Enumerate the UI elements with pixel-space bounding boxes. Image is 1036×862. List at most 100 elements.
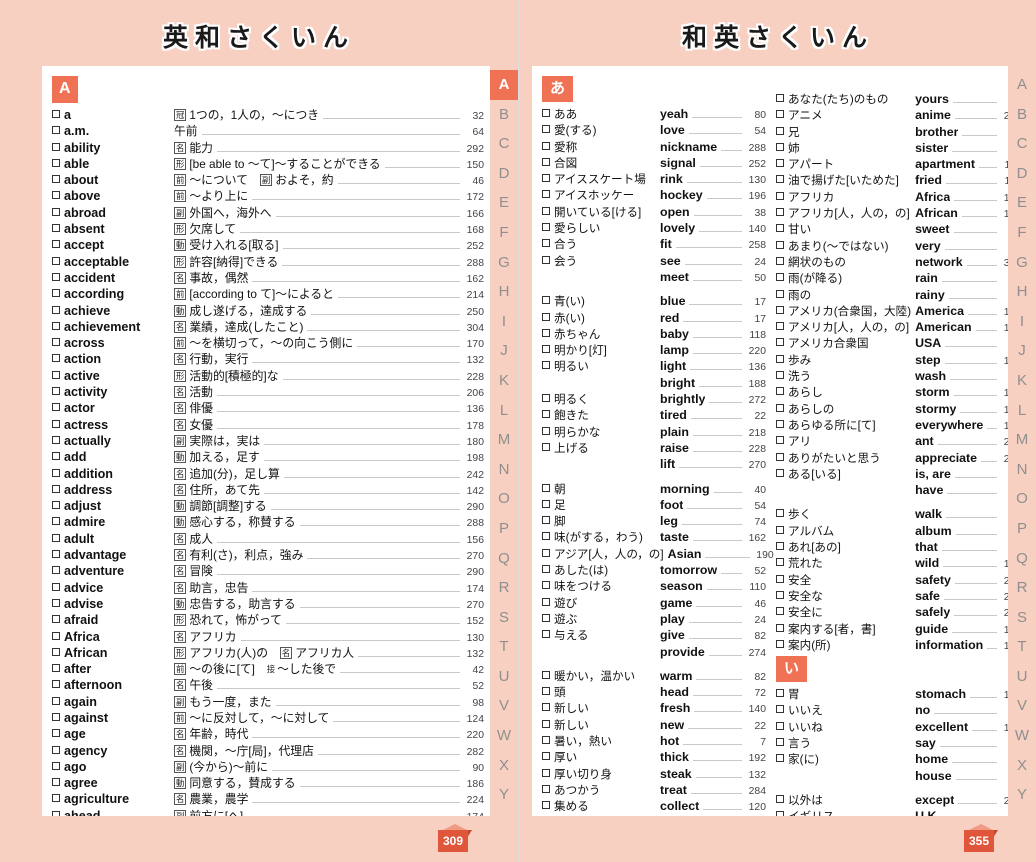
index-entry[interactable]: provide 274: [542, 645, 766, 661]
index-entry[interactable]: あつかう treat 284: [542, 783, 766, 799]
index-entry[interactable]: 開いている[ける] open 38: [542, 205, 766, 221]
index-entry[interactable]: against 前〜に反対して，〜に対して 124: [52, 711, 484, 727]
checkbox-icon[interactable]: [52, 224, 60, 233]
checkbox-icon[interactable]: [52, 387, 60, 396]
checkbox-icon[interactable]: [52, 647, 60, 656]
checkbox-icon[interactable]: [776, 354, 784, 363]
checkbox-icon[interactable]: [776, 590, 784, 599]
index-entry[interactable]: abroad 副外国へ，海外へ 166: [52, 206, 484, 222]
index-entry[interactable]: advantage 名有利(さ)，利点，強み 270: [52, 548, 484, 564]
index-entry[interactable]: アルバム album 84: [776, 524, 1008, 540]
checkbox-icon[interactable]: [776, 256, 784, 265]
checkbox-icon[interactable]: [542, 703, 550, 712]
checkbox-icon[interactable]: [776, 142, 784, 151]
checkbox-icon[interactable]: [52, 631, 60, 640]
index-entry[interactable]: admire 動感心する，称賛する 288: [52, 515, 484, 531]
checkbox-icon[interactable]: [542, 328, 550, 337]
checkbox-icon[interactable]: [52, 338, 60, 347]
index-letter-L[interactable]: L: [1008, 396, 1036, 426]
checkbox-icon[interactable]: [542, 190, 550, 199]
checkbox-icon[interactable]: [776, 509, 784, 518]
checkbox-icon[interactable]: [52, 745, 60, 754]
checkbox-icon[interactable]: [52, 550, 60, 559]
checkbox-icon[interactable]: [52, 175, 60, 184]
index-entry[interactable]: 遊び game 46: [542, 596, 766, 612]
index-letter-G[interactable]: G: [1008, 248, 1036, 278]
index-letter-C[interactable]: C: [1008, 129, 1036, 159]
checkbox-icon[interactable]: [776, 191, 784, 200]
index-entry[interactable]: 会う see 24: [542, 254, 766, 270]
index-entry[interactable]: a.m. 午前 64: [52, 124, 484, 140]
checkbox-icon[interactable]: [776, 452, 784, 461]
checkbox-icon[interactable]: [542, 223, 550, 232]
checkbox-icon[interactable]: [542, 174, 550, 183]
index-entry[interactable]: 味をつける season 110: [542, 579, 766, 595]
index-entry[interactable]: 雨の rainy 7: [776, 288, 1008, 304]
index-entry[interactable]: above 前〜より上に 172: [52, 189, 484, 205]
index-entry[interactable]: 朝 morning 40: [542, 482, 766, 498]
checkbox-icon[interactable]: [776, 607, 784, 616]
index-entry[interactable]: 歩み step 192: [776, 353, 1008, 369]
checkbox-icon[interactable]: [542, 752, 550, 761]
index-entry[interactable]: アニメ anime 220: [776, 108, 1008, 124]
checkbox-icon[interactable]: [52, 712, 60, 721]
index-entry[interactable]: アリ ant 212: [776, 434, 1008, 450]
checkbox-icon[interactable]: [542, 296, 550, 305]
index-entry[interactable]: アイススケート場 rink 130: [542, 172, 766, 188]
index-letter-U[interactable]: U: [1008, 662, 1036, 692]
checkbox-icon[interactable]: [776, 794, 784, 803]
checkbox-icon[interactable]: [52, 582, 60, 591]
checkbox-icon[interactable]: [52, 354, 60, 363]
index-letter-W[interactable]: W: [1008, 721, 1036, 751]
checkbox-icon[interactable]: [52, 664, 60, 673]
index-letter-M[interactable]: M: [1008, 425, 1036, 455]
index-entry[interactable]: 赤(い) red 17: [542, 311, 766, 327]
index-entry[interactable]: addition 名追加(分)，足し算 242: [52, 467, 484, 483]
checkbox-icon[interactable]: [52, 289, 60, 298]
index-entry[interactable]: achieve 動成し遂げる，達成する 250: [52, 304, 484, 320]
index-entry[interactable]: across 前〜を横切って，〜の向こう側に 170: [52, 336, 484, 352]
checkbox-icon[interactable]: [52, 696, 60, 705]
checkbox-icon[interactable]: [542, 206, 550, 215]
index-entry[interactable]: adult 名成人 156: [52, 532, 484, 548]
index-entry[interactable]: accept 動受け入れる[取る] 252: [52, 238, 484, 254]
index-letter-V[interactable]: V: [490, 691, 518, 721]
checkbox-icon[interactable]: [542, 239, 550, 248]
index-letter-X[interactable]: X: [1008, 751, 1036, 781]
checkbox-icon[interactable]: [542, 442, 550, 451]
checkbox-icon[interactable]: [52, 158, 60, 167]
index-letter-D[interactable]: D: [1008, 159, 1036, 189]
checkbox-icon[interactable]: [52, 272, 60, 281]
checkbox-icon[interactable]: [542, 125, 550, 134]
checkbox-icon[interactable]: [542, 312, 550, 321]
index-entry[interactable]: 安全に safely 240: [776, 605, 1008, 621]
index-entry[interactable]: 油で揚げた[いためた] fried 116: [776, 173, 1008, 189]
checkbox-icon[interactable]: [776, 387, 784, 396]
index-entry[interactable]: afternoon 名午後 52: [52, 678, 484, 694]
index-entry[interactable]: 兄 brother 19: [776, 125, 1008, 141]
checkbox-icon[interactable]: [776, 371, 784, 380]
checkbox-icon[interactable]: [542, 735, 550, 744]
checkbox-icon[interactable]: [776, 623, 784, 632]
index-entry[interactable]: afraid 形恐れて，怖がって 152: [52, 613, 484, 629]
index-entry[interactable]: actor 名俳優 136: [52, 401, 484, 417]
checkbox-icon[interactable]: [776, 338, 784, 347]
checkbox-icon[interactable]: [776, 468, 784, 477]
index-entry[interactable]: 明るく brightly 272: [542, 392, 766, 408]
index-entry[interactable]: 胃 stomach 188: [776, 687, 1008, 703]
checkbox-icon[interactable]: [542, 141, 550, 150]
index-entry[interactable]: ability 名能力 292: [52, 141, 484, 157]
checkbox-icon[interactable]: [776, 273, 784, 282]
index-letter-J[interactable]: J: [1008, 336, 1036, 366]
checkbox-icon[interactable]: [776, 574, 784, 583]
index-entry[interactable]: 明らかな plain 218: [542, 425, 766, 441]
index-letter-F[interactable]: F: [490, 218, 518, 248]
checkbox-icon[interactable]: [52, 680, 60, 689]
index-entry[interactable]: adventure 名冒険 290: [52, 564, 484, 580]
index-entry[interactable]: 歩く walk 26: [776, 507, 1008, 523]
index-entry[interactable]: after 前〜の後に[て] 接〜した後で 42: [52, 662, 484, 678]
checkbox-icon[interactable]: [776, 436, 784, 445]
index-letter-O[interactable]: O: [1008, 484, 1036, 514]
index-entry[interactable]: 案内する[者，書] guide 160: [776, 622, 1008, 638]
index-entry[interactable]: アメリカ合衆国 USA 8: [776, 336, 1008, 352]
